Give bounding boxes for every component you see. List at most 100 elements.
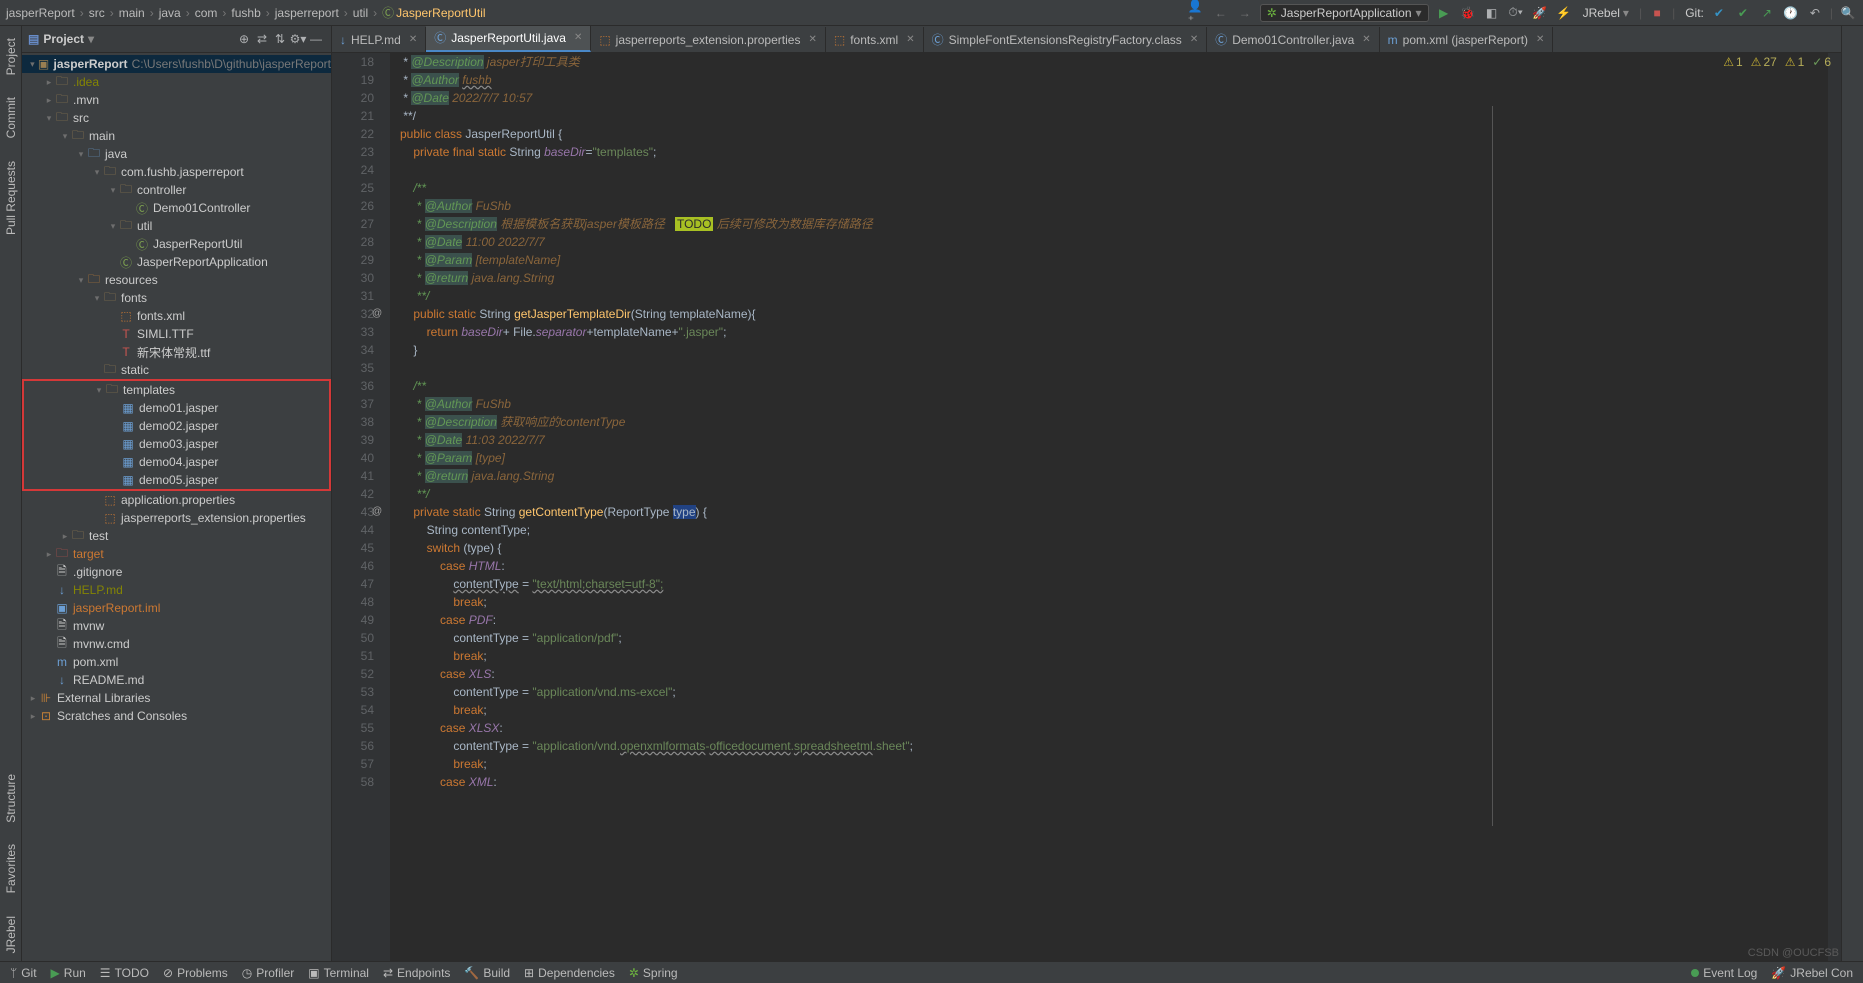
tree-file-iml[interactable]: ▣jasperReport.iml	[22, 599, 331, 617]
editor-tab[interactable]: ⒸSimpleFontExtensionsRegistryFactory.cla…	[924, 27, 1208, 52]
tree-file-xst[interactable]: T新宋体常规.ttf	[22, 343, 331, 361]
expand-icon[interactable]: ⇄	[253, 30, 271, 48]
jrebel-dropdown[interactable]: JRebel▾	[1579, 6, 1633, 20]
tree-folder-test[interactable]: ▸🗀test	[22, 527, 331, 545]
status-git[interactable]: ᛘGit	[10, 966, 37, 980]
toolwin-project[interactable]: Project	[4, 30, 18, 83]
tree-file-mvnw[interactable]: 🗎mvnw	[22, 617, 331, 635]
tree-root[interactable]: ▾▣jasperReportC:\Users\fushb\D\github\ja…	[22, 55, 331, 73]
search-icon[interactable]: 🔍	[1839, 4, 1857, 22]
tree-folder-resources[interactable]: ▾🗀resources	[22, 271, 331, 289]
tree-folder-static[interactable]: 🗀static	[22, 361, 331, 379]
tree-folder-fonts[interactable]: ▾🗀fonts	[22, 289, 331, 307]
bc-item[interactable]: fushb	[231, 6, 260, 20]
status-profiler[interactable]: ◷Profiler	[242, 966, 295, 980]
toolwin-commit[interactable]: Commit	[4, 89, 18, 146]
status-dependencies[interactable]: ⊞Dependencies	[524, 966, 615, 980]
bc-item[interactable]: java	[159, 6, 181, 20]
toolwin-jrebel[interactable]: JRebel	[4, 908, 18, 961]
tree-file-jasper[interactable]: ▦demo04.jasper	[24, 453, 329, 471]
bc-item[interactable]: com	[195, 6, 218, 20]
tree-file-help[interactable]: ↓HELP.md	[22, 581, 331, 599]
tree-file-fontsxml[interactable]: ⬚fonts.xml	[22, 307, 331, 325]
git-rollback-icon[interactable]: ↶	[1806, 4, 1824, 22]
profiler-icon[interactable]: ⏱▾	[1507, 4, 1525, 22]
tree-class-demo01[interactable]: ⒸDemo01Controller	[22, 199, 331, 217]
error-stripe[interactable]	[1827, 53, 1841, 961]
inspection-summary[interactable]: ⚠1 ⚠27 ⚠1 ✓6	[1723, 55, 1831, 69]
tree-folder-main[interactable]: ▾🗀main	[22, 127, 331, 145]
status-jrebel-console[interactable]: 🚀JRebel Con	[1771, 966, 1853, 980]
coverage-icon[interactable]: ◧	[1483, 4, 1501, 22]
tree-package[interactable]: ▾🗀com.fushb.jasperreport	[22, 163, 331, 181]
git-history-icon[interactable]: 🕐	[1782, 4, 1800, 22]
bc-item[interactable]: jasperreport	[275, 6, 339, 20]
tree-file-simli[interactable]: TSIMLI.TTF	[22, 325, 331, 343]
tree-class-jra[interactable]: ⒸJasperReportApplication	[22, 253, 331, 271]
hide-icon[interactable]: —	[307, 30, 325, 48]
close-icon[interactable]: ✕	[409, 34, 417, 45]
tree-scratches[interactable]: ▸⊡Scratches and Consoles	[22, 707, 331, 725]
status-terminal[interactable]: ▣Terminal	[308, 966, 369, 980]
tree-file-jasper[interactable]: ▦demo03.jasper	[24, 435, 329, 453]
tree-folder-idea[interactable]: ▸🗀.idea	[22, 73, 331, 91]
bc-item[interactable]: src	[89, 6, 105, 20]
status-eventlog[interactable]: Event Log	[1691, 966, 1757, 980]
close-icon[interactable]: ✕	[574, 32, 582, 43]
tree-folder-mvn[interactable]: ▸🗀.mvn	[22, 91, 331, 109]
toolwin-favorites[interactable]: Favorites	[4, 836, 18, 901]
bc-item-class[interactable]: JasperReportUtil	[396, 6, 485, 20]
run-config-selector[interactable]: ✲ JasperReportApplication ▾	[1260, 4, 1429, 22]
back-icon[interactable]: ←	[1212, 4, 1230, 22]
forward-icon[interactable]: →	[1236, 4, 1254, 22]
editor-tab[interactable]: ↓HELP.md✕	[332, 27, 426, 52]
user-add-icon[interactable]: 👤⁺	[1188, 4, 1206, 22]
bc-item[interactable]: jasperReport	[6, 6, 75, 20]
status-endpoints[interactable]: ⇄Endpoints	[383, 966, 450, 980]
project-tree[interactable]: ▾▣jasperReportC:\Users\fushb\D\github\ja…	[22, 53, 331, 961]
run-icon[interactable]: ▶	[1435, 4, 1453, 22]
tree-folder-templates[interactable]: ▾🗀templates	[24, 381, 329, 399]
editor-tab[interactable]: ⒸJasperReportUtil.java✕	[426, 26, 591, 52]
tree-file-gitignore[interactable]: 🗎.gitignore	[22, 563, 331, 581]
code-area[interactable]: * @Description jasper打印工具类 * @Author fus…	[390, 53, 1827, 961]
editor-tab[interactable]: ⬚jasperreports_extension.properties✕	[591, 27, 826, 52]
tree-class-jru[interactable]: ⒸJasperReportUtil	[22, 235, 331, 253]
git-commit-icon[interactable]: ✔	[1734, 4, 1752, 22]
stop-icon[interactable]: ■	[1648, 4, 1666, 22]
jr-bolt-icon[interactable]: ⚡	[1555, 4, 1573, 22]
tree-file-readme[interactable]: ↓README.md	[22, 671, 331, 689]
chevron-down-icon[interactable]: ▾	[88, 32, 94, 46]
settings-icon[interactable]: ⚙▾	[289, 30, 307, 48]
tree-folder-src[interactable]: ▾🗀src	[22, 109, 331, 127]
jr-rocket-icon[interactable]: 🚀	[1531, 4, 1549, 22]
tree-file-appprops[interactable]: ⬚application.properties	[22, 491, 331, 509]
status-build[interactable]: 🔨Build	[464, 966, 510, 980]
tree-file-mvnwcmd[interactable]: 🗎mvnw.cmd	[22, 635, 331, 653]
collapse-icon[interactable]: ⇅	[271, 30, 289, 48]
editor-tab[interactable]: ⒸDemo01Controller.java✕	[1207, 27, 1379, 52]
status-todo[interactable]: ☰TODO	[100, 966, 149, 980]
tree-file-pom[interactable]: mpom.xml	[22, 653, 331, 671]
status-spring[interactable]: ✲Spring	[629, 966, 678, 980]
git-push-icon[interactable]: ↗	[1758, 4, 1776, 22]
bc-item[interactable]: util	[353, 6, 368, 20]
tree-folder-controller[interactable]: ▾🗀controller	[22, 181, 331, 199]
status-run[interactable]: ▶Run	[51, 966, 86, 980]
editor-tab[interactable]: mpom.xml (jasperReport)✕	[1380, 27, 1554, 52]
toolwin-pull-requests[interactable]: Pull Requests	[4, 153, 18, 243]
tree-folder-java[interactable]: ▾🗀java	[22, 145, 331, 163]
tree-file-jasper[interactable]: ▦demo05.jasper	[24, 471, 329, 489]
git-update-icon[interactable]: ✔	[1710, 4, 1728, 22]
toolwin-structure[interactable]: Structure	[4, 766, 18, 831]
locate-icon[interactable]: ⊕	[235, 30, 253, 48]
tree-file-jasper[interactable]: ▦demo01.jasper	[24, 399, 329, 417]
close-icon[interactable]: ✕	[1536, 34, 1544, 45]
editor-tab[interactable]: ⬚fonts.xml✕	[826, 27, 924, 52]
bc-item[interactable]: main	[119, 6, 145, 20]
debug-icon[interactable]: 🐞	[1459, 4, 1477, 22]
tree-folder-util[interactable]: ▾🗀util	[22, 217, 331, 235]
tree-external-libs[interactable]: ▸⊪External Libraries	[22, 689, 331, 707]
close-icon[interactable]: ✕	[808, 34, 816, 45]
tree-folder-target[interactable]: ▸🗀target	[22, 545, 331, 563]
